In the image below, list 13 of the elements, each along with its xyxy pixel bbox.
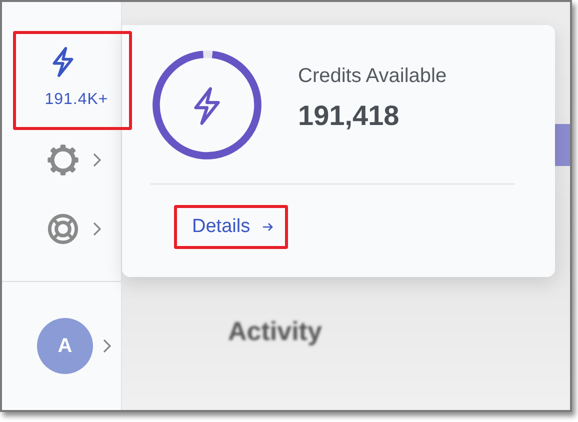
chevron-icon[interactable] — [93, 222, 101, 236]
details-link[interactable]: Details — [174, 205, 288, 249]
arrow-right-icon — [262, 222, 274, 232]
lightning-icon — [52, 47, 74, 77]
chevron-icon[interactable] — [103, 339, 111, 354]
gear-icon[interactable] — [47, 144, 79, 176]
chevron-icon[interactable] — [93, 152, 101, 167]
lifebuoy-icon[interactable] — [47, 213, 79, 246]
lightning-icon — [193, 87, 221, 125]
credits-button[interactable]: 191.4K+ — [13, 31, 132, 130]
credits-value: 191,418 — [298, 100, 400, 132]
credits-title: Credits Available — [298, 64, 447, 88]
section-heading: Activity — [228, 316, 322, 347]
